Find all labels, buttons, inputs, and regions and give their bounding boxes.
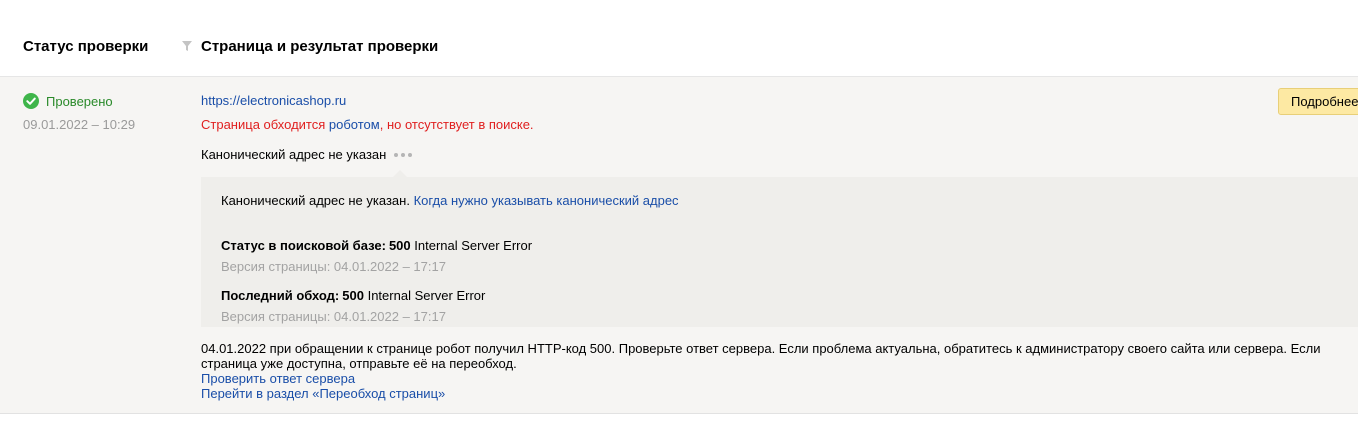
details-button[interactable]: Подробнее <box>1278 88 1358 115</box>
table-row: Проверено 09.01.2022 – 10:29 https://ele… <box>0 77 1358 414</box>
warning-text-end: , но отсутствует в поиске. <box>379 117 534 132</box>
canonical-note-text: Канонический адрес не указан. <box>221 193 410 208</box>
page-column-header: Страница и результат проверки <box>201 38 439 55</box>
table-header: Статус проверки Страница и результат про… <box>0 0 1358 77</box>
search-status-version: Версия страницы: 04.01.2022 – 17:17 <box>221 259 446 274</box>
search-status-text: Internal Server Error <box>414 238 533 253</box>
robot-link[interactable]: роботом <box>329 117 380 132</box>
page-result-cell: https://electronicashop.ru Страница обхо… <box>201 93 1358 401</box>
status-line: Проверено <box>23 93 135 109</box>
details-panel: Канонический адрес не указан. Когда нужн… <box>201 170 1358 327</box>
canonical-help-link[interactable]: Когда нужно указывать канонический адрес <box>414 193 679 208</box>
page-url-link[interactable]: https://electronicashop.ru <box>201 93 1358 109</box>
canonical-line: Канонический адрес не указан <box>201 147 1358 163</box>
server-error-message: 04.01.2022 при обращении к странице робо… <box>201 341 1321 371</box>
check-circle-icon <box>23 93 39 109</box>
panel-pointer <box>393 170 407 177</box>
last-crawl-code: 500 <box>342 288 364 303</box>
canonical-note: Канонический адрес не указан. Когда нужн… <box>221 193 1338 209</box>
recrawl-link[interactable]: Перейти в раздел «Переобход страниц» <box>201 386 1358 401</box>
last-crawl-label: Последний обход: <box>221 288 340 303</box>
status-date: 09.01.2022 – 10:29 <box>23 117 136 132</box>
status-column-header: Статус проверки <box>23 38 149 55</box>
search-status-block: Статус в поисковой базе: 500 Internal Ser… <box>221 238 1338 275</box>
page: Статус проверки Страница и результат про… <box>0 0 1358 427</box>
last-crawl-version: Версия страницы: 04.01.2022 – 17:17 <box>221 309 446 324</box>
more-options-icon[interactable] <box>394 151 413 159</box>
filter-icon[interactable] <box>181 40 193 52</box>
last-crawl-block: Последний обход: 500 Internal Server Erro… <box>221 288 1338 325</box>
search-status-code: 500 <box>388 238 411 253</box>
warning-text-start: Страница обходится <box>201 117 329 132</box>
search-status-line: Статус в поисковой базе: 500 Internal Ser… <box>221 238 1338 254</box>
check-server-link[interactable]: Проверить ответ сервера <box>201 371 1358 386</box>
warning-message: Страница обходится роботом, но отсутству… <box>201 117 1358 133</box>
last-crawl-text: Internal Server Error <box>367 288 486 303</box>
canonical-text: Канонический адрес не указан <box>201 147 387 162</box>
status-cell: Проверено 09.01.2022 – 10:29 <box>23 93 135 132</box>
search-status-label: Статус в поисковой базе: <box>221 238 386 253</box>
status-label: Проверено <box>46 93 113 109</box>
last-crawl-line: Последний обход: 500 Internal Server Erro… <box>221 288 1338 304</box>
